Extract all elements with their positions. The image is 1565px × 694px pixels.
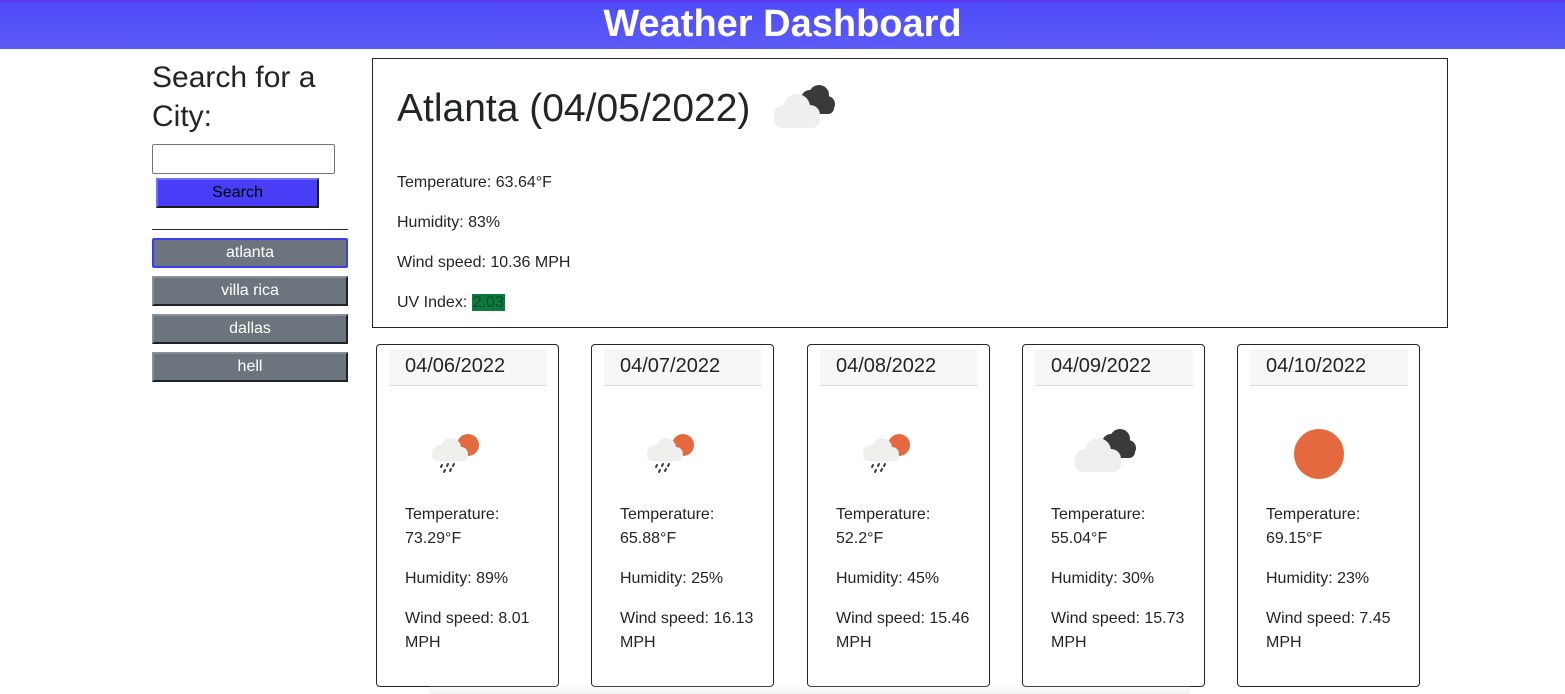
forecast-humidity: Humidity: 30% xyxy=(1051,570,1155,587)
history-button-dallas[interactable]: dallas xyxy=(152,314,348,344)
current-wind-speed: Wind speed: 10.36 MPH xyxy=(397,254,571,271)
forecast-temperature: Temperature: 65.88°F xyxy=(620,506,715,547)
forecast-details: Temperature: 65.88°F Humidity: 25% Wind … xyxy=(620,503,760,671)
uv-index-value: 2.03 xyxy=(471,294,505,311)
forecast-card-1: 04/06/2022 Temperature: 73.29°F Humidity… xyxy=(376,344,559,687)
search-sidebar: Search for a City: Search atlanta villa … xyxy=(152,58,348,390)
history-button-villa-rica[interactable]: villa rica xyxy=(152,276,348,306)
forecast-card-2: 04/07/2022 Temperature: 65.88°F Humidity… xyxy=(591,344,774,687)
forecast-temperature: Temperature: 69.15°F xyxy=(1266,506,1361,547)
forecast-wind-speed: Wind speed: 8.01 MPH xyxy=(405,610,530,651)
forecast-humidity: Humidity: 89% xyxy=(405,570,509,587)
forecast-wind-speed: Wind speed: 16.13 MPH xyxy=(620,610,754,651)
forecast-card-4: 04/09/2022 Temperature: 55.04°F Humidity… xyxy=(1022,344,1205,687)
forecast-details: Temperature: 52.2°F Humidity: 45% Wind s… xyxy=(836,503,976,671)
rain-sun-icon xyxy=(647,434,694,473)
uv-index-label: UV Index: xyxy=(397,294,472,311)
forecast-date: 04/10/2022 xyxy=(1250,349,1408,386)
forecast-card-5: 04/10/2022 Temperature: 69.15°F Humidity… xyxy=(1237,344,1420,687)
forecast-humidity: Humidity: 23% xyxy=(1266,570,1370,587)
current-weather-panel: Atlanta (04/05/2022) Temperature: 63.64°… xyxy=(372,58,1448,328)
rain-sun-icon xyxy=(432,434,479,473)
forecast-temperature: Temperature: 52.2°F xyxy=(836,506,931,547)
forecast-temperature: Temperature: 73.29°F xyxy=(405,506,500,547)
broken-clouds-icon xyxy=(1075,429,1136,472)
current-title-row: Atlanta (04/05/2022) xyxy=(397,83,1423,135)
city-search-input[interactable] xyxy=(152,144,335,174)
forecast-wind-speed: Wind speed: 15.73 MPH xyxy=(1051,610,1185,651)
sidebar-divider xyxy=(152,229,348,230)
forecast-date: 04/06/2022 xyxy=(389,349,547,386)
forecast-humidity: Humidity: 25% xyxy=(620,570,724,587)
clear-sun-icon xyxy=(1294,429,1344,479)
forecast-wind-speed: Wind speed: 15.46 MPH xyxy=(836,610,970,651)
forecast-details: Temperature: 73.29°F Humidity: 89% Wind … xyxy=(405,503,545,671)
bottom-shadow xyxy=(430,684,1190,694)
forecast-date: 04/07/2022 xyxy=(604,349,762,386)
forecast-details: Temperature: 69.15°F Humidity: 23% Wind … xyxy=(1266,503,1406,671)
broken-clouds-icon xyxy=(774,85,836,128)
forecast-card-3: 04/08/2022 Temperature: 52.2°F Humidity:… xyxy=(807,344,990,687)
forecast-temperature: Temperature: 55.04°F xyxy=(1051,506,1146,547)
current-temperature: Temperature: 63.64°F xyxy=(397,174,552,191)
rain-sun-icon xyxy=(863,434,910,473)
forecast-wind-speed: Wind speed: 7.45 MPH xyxy=(1266,610,1391,651)
search-history: atlanta villa rica dallas hell xyxy=(152,238,348,382)
history-button-hell[interactable]: hell xyxy=(152,352,348,382)
forecast-details: Temperature: 55.04°F Humidity: 30% Wind … xyxy=(1051,503,1191,671)
forecast-date: 04/09/2022 xyxy=(1035,349,1193,386)
page-header: Weather Dashboard xyxy=(0,0,1565,49)
page-title: Weather Dashboard xyxy=(603,3,962,45)
search-button[interactable]: Search xyxy=(156,178,319,208)
forecast-humidity: Humidity: 45% xyxy=(836,570,940,587)
search-heading: Search for a City: xyxy=(152,61,316,133)
current-humidity: Humidity: 83% xyxy=(397,214,501,231)
history-button-atlanta[interactable]: atlanta xyxy=(152,238,348,268)
current-city-date: Atlanta (04/05/2022) xyxy=(397,87,751,130)
forecast-date: 04/08/2022 xyxy=(820,349,978,386)
current-uv-index: UV Index: 2.03 xyxy=(397,293,1423,313)
